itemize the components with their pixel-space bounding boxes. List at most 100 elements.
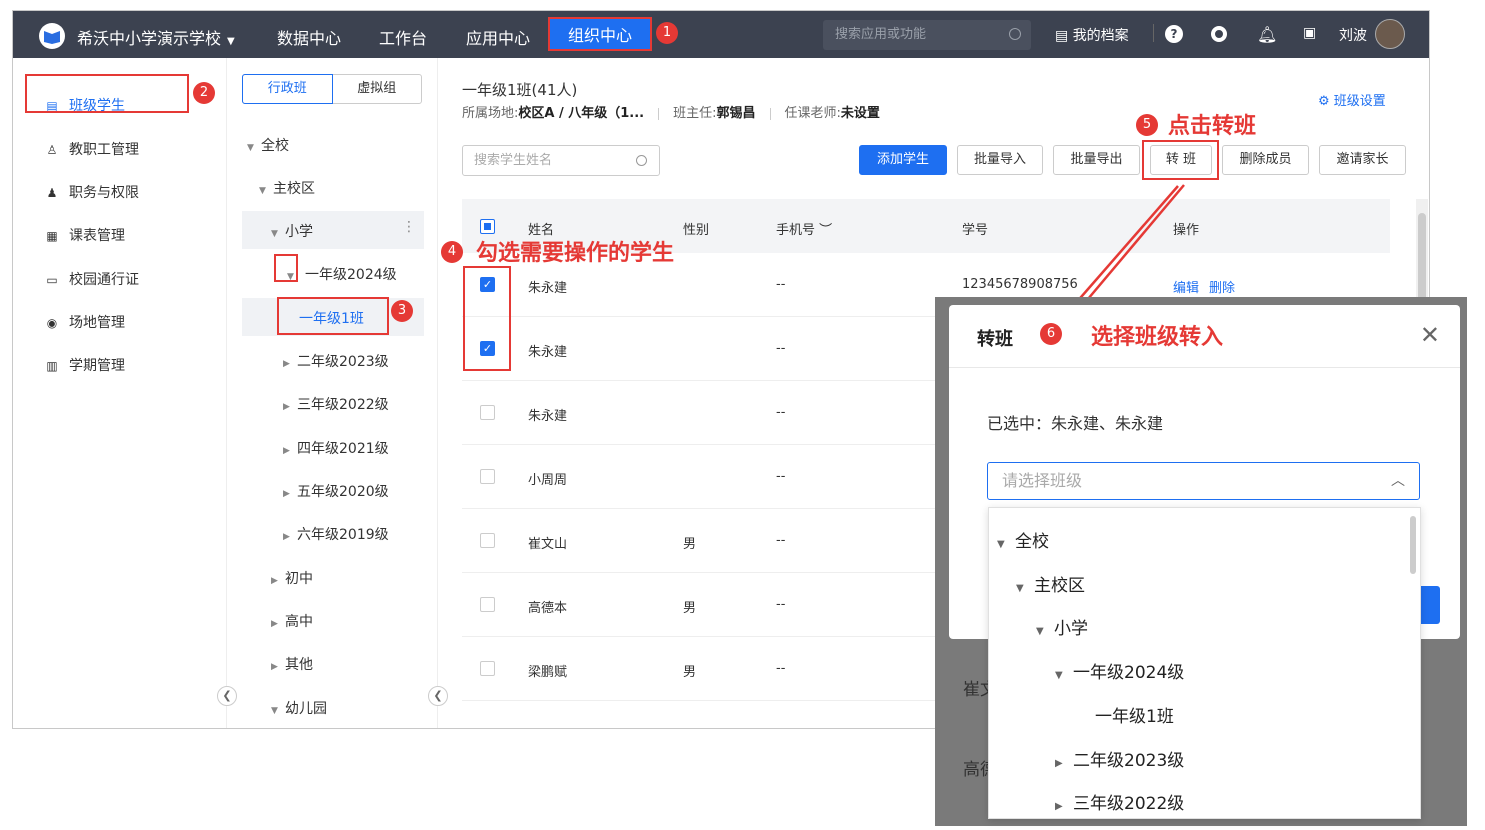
cell-phone: -- — [776, 661, 786, 676]
top-bar: 希沃中小学演示学校 ▼ 数据中心 工作台 应用中心 组织中心 搜索应用或功能 ▤ … — [13, 11, 1429, 58]
remove-members-button[interactable]: 删除成员 — [1222, 145, 1309, 175]
divider — [949, 367, 1460, 368]
tree-node-label: 高中 — [285, 614, 313, 630]
tree-node[interactable]: ▶ 五年级2020级 — [283, 481, 389, 501]
cell-phone: -- — [776, 597, 786, 612]
edit-link[interactable]: 编辑 — [1173, 281, 1199, 296]
tree-node[interactable]: ▼ 主校区 — [259, 178, 315, 198]
dropdown-node[interactable]: ▼ 一年级2024级 — [1055, 658, 1184, 683]
app-search-input[interactable]: 搜索应用或功能 — [823, 20, 1031, 50]
location-label: 所属场地: — [462, 106, 519, 121]
nav-workbench[interactable]: 工作台 — [379, 25, 427, 49]
class-select[interactable]: 请选择班级 ︿ — [987, 462, 1420, 500]
bell-icon[interactable]: 🔔︎ — [1257, 25, 1277, 44]
cell-phone: -- — [776, 533, 786, 548]
close-icon[interactable]: ✕ — [1420, 321, 1440, 349]
invite-parents-button[interactable]: 邀请家长 — [1319, 145, 1406, 175]
dropdown-node[interactable]: ▼ 小学 — [1036, 614, 1088, 639]
tree-node-label: 小学 — [285, 224, 313, 240]
tree-node[interactable]: ▶ 初中 — [271, 568, 313, 588]
dropdown-node[interactable]: ▼ 主校区 — [1016, 571, 1085, 596]
scrollbar-thumb[interactable] — [1418, 213, 1426, 303]
caret-down-icon: ▼ — [271, 706, 278, 716]
nav-staff[interactable]: ♙ 教职工管理 — [45, 139, 139, 159]
more-icon[interactable]: ⋮ — [402, 219, 416, 235]
caret-right-icon: ▶ — [271, 576, 278, 586]
nav-data-center[interactable]: 数据中心 — [277, 25, 341, 49]
dropdown-node[interactable]: ▼ 全校 — [997, 527, 1049, 552]
avatar[interactable] — [1375, 19, 1405, 49]
cell-name: 高德本 — [528, 601, 568, 616]
calendar-clock-icon: ▥ — [46, 359, 58, 373]
tree-node[interactable]: ▶ 二年级2023级 — [283, 351, 389, 371]
dropdown-node[interactable]: 一年级1班 — [1095, 702, 1174, 727]
tree-node-label: 其他 — [285, 657, 313, 673]
nav-semester[interactable]: ▥ 学期管理 — [45, 355, 125, 375]
nav-roles[interactable]: ♟ 职务与权限 — [45, 182, 139, 202]
user-name[interactable]: 刘波 — [1339, 25, 1367, 45]
cell-name: 梁鹏赋 — [528, 665, 568, 680]
delete-link[interactable]: 删除 — [1209, 281, 1235, 296]
tree-node[interactable]: ▶ 六年级2019级 — [283, 524, 389, 544]
dropdown-node-label: 小学 — [1054, 619, 1088, 639]
column-gender[interactable]: 性别 — [683, 219, 709, 238]
message-icon[interactable]: ▣ — [1303, 25, 1316, 41]
chevron-up-icon: ︿ — [1391, 473, 1405, 489]
column-student-id[interactable]: 学号 — [962, 219, 988, 238]
tree-node[interactable]: ▶ 其他 — [271, 654, 313, 674]
step-badge-6: 6 — [1040, 323, 1062, 345]
tree-node[interactable]: ▼ 一年级2024级 — [287, 264, 397, 284]
help-icon[interactable]: ? — [1165, 25, 1183, 43]
batch-import-button[interactable]: 批量导入 — [957, 145, 1043, 175]
cell-name: 朱永建 — [528, 345, 568, 360]
person-icon: ♙ — [46, 143, 58, 157]
row-checkbox[interactable] — [480, 469, 495, 484]
tab-admin-class[interactable]: 行政班 — [242, 74, 333, 104]
class-settings-link[interactable]: ⚙ 班级设置 — [1318, 90, 1386, 109]
tree-node[interactable]: ▼ 全校 — [247, 135, 289, 155]
tree-node-label: 三年级2022级 — [297, 397, 389, 413]
dropdown-node[interactable]: ▶ 二年级2023级 — [1055, 746, 1184, 771]
class-dropdown: ▼ 全校 ▼ 主校区 ▼ 小学 ▼ 一年级2024级 一年级1班 ▶ 二年级2023级 ▶… — [988, 507, 1421, 819]
row-checkbox[interactable] — [480, 597, 495, 612]
caret-down-icon: ▼ — [1036, 626, 1044, 637]
collapse-left-nav-icon[interactable]: ❮ — [217, 686, 237, 706]
dropdown-scrollbar[interactable] — [1410, 516, 1416, 574]
nav-org-center[interactable]: 组织中心 — [548, 17, 653, 51]
row-checkbox[interactable] — [480, 661, 495, 676]
nav-pass[interactable]: ▭ 校园通行证 — [45, 269, 139, 289]
tab-virtual-group[interactable]: 虚拟组 — [333, 75, 422, 103]
add-student-button[interactable]: 添加学生 — [859, 145, 947, 175]
row-checkbox[interactable] — [480, 405, 495, 420]
column-phone[interactable]: 手机号 ︶ — [776, 219, 832, 238]
card-icon: ▭ — [46, 273, 58, 287]
nav-app-center[interactable]: 应用中心 — [466, 25, 530, 49]
dropdown-node-label: 三年级2022级 — [1073, 794, 1185, 814]
tree-node[interactable]: ▶ 四年级2021级 — [283, 438, 389, 458]
tree-node[interactable]: ▶ 高中 — [271, 611, 313, 631]
tree-node[interactable]: ▼ 幼儿园 — [271, 698, 327, 718]
student-search-input[interactable]: 搜索学生姓名 — [462, 145, 660, 176]
school-switcher[interactable]: 希沃中小学演示学校 ▼ — [77, 25, 235, 49]
nav-schedule[interactable]: ▦ 课表管理 — [45, 225, 125, 245]
batch-export-button[interactable]: 批量导出 — [1053, 145, 1140, 175]
step-badge-2: 2 — [193, 82, 215, 104]
caret-right-icon: ▶ — [283, 489, 290, 499]
confirm-button[interactable] — [1419, 586, 1440, 624]
my-archive-link[interactable]: ▤ 我的档案 — [1055, 25, 1129, 45]
row-checkbox[interactable] — [480, 533, 495, 548]
nav-venue[interactable]: ◉ 场地管理 — [45, 312, 125, 332]
caret-right-icon: ▶ — [283, 532, 290, 542]
dropdown-node[interactable]: ▶ 三年级2022级 — [1055, 789, 1184, 814]
highlight-box-5 — [1142, 140, 1219, 180]
tree-node[interactable]: ▼ 小学 — [271, 221, 313, 241]
logo — [39, 23, 65, 49]
settings-icon[interactable] — [1211, 26, 1227, 42]
teachers-value: 未设置 — [840, 106, 880, 121]
select-all-checkbox[interactable] — [480, 219, 495, 234]
nav-label: 校园通行证 — [69, 272, 139, 288]
tree-node[interactable]: ▶ 三年级2022级 — [283, 394, 389, 414]
dropdown-node-label: 一年级2024级 — [1073, 663, 1185, 683]
user-key-icon: ♟ — [46, 186, 58, 200]
cell-phone: -- — [776, 469, 786, 484]
